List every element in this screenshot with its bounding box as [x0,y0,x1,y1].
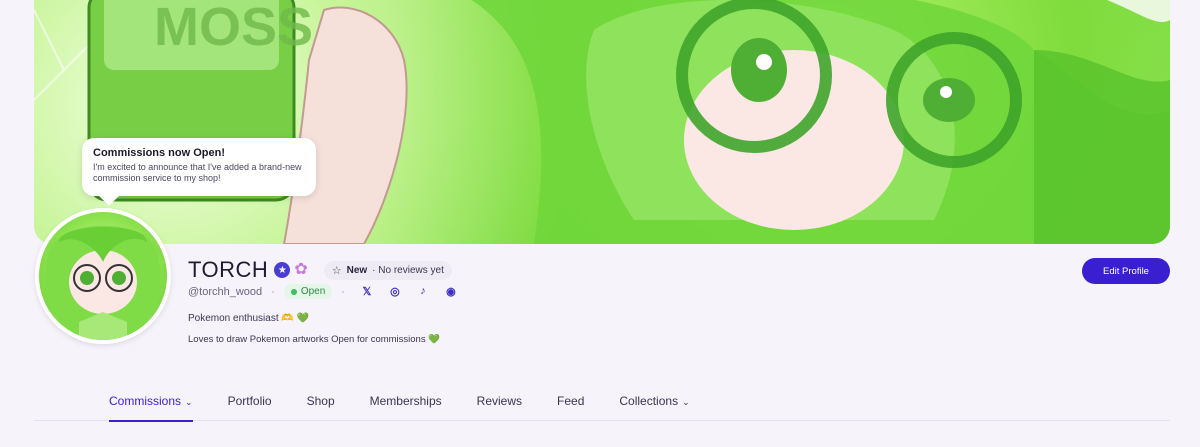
status-badge: Open [283,284,333,299]
instagram-icon[interactable]: ◎ [388,285,402,298]
edit-profile-button[interactable]: Edit Profile [1082,258,1170,284]
handle-row: @torchh_wood · Open · 𝕏 ◎ ♪ ◉ [188,284,458,299]
social-links: 𝕏 ◎ ♪ ◉ [360,285,458,298]
discord-icon[interactable]: ◉ [444,285,458,298]
chevron-down-icon: ⌄ [682,397,690,407]
flower-badge-icon: ✿ [294,261,308,278]
tiktok-icon[interactable]: ♪ [416,285,430,298]
tab-commissions[interactable]: Commissions ⌄ [109,381,193,422]
status-dot-icon [290,288,297,295]
x-icon[interactable]: 𝕏 [360,285,374,298]
bio-headline: Pokemon enthusiast 🫶 💚 [188,313,310,324]
tab-label: Commissions [109,394,182,408]
star-badge-icon: ★ [274,262,291,278]
separator-dot: · [271,285,275,298]
rating-pill[interactable]: ☆ New · No reviews yet [323,260,452,280]
tab-portfolio[interactable]: Portfolio [228,381,272,421]
tab-label: Reviews [476,394,523,408]
tab-collections[interactable]: Collections ⌄ [619,381,689,421]
rating-new-label: New [346,264,368,276]
tab-reviews[interactable]: Reviews [477,381,522,421]
tab-feed[interactable]: Feed [557,381,584,421]
chevron-down-icon: ⌄ [185,397,193,407]
separator-dot: · [341,285,345,298]
avatar[interactable] [35,208,171,344]
tab-label: Shop [306,394,335,408]
rating-text: · No reviews yet [372,264,444,276]
profile-tabs: Commissions ⌄ Portfolio Shop Memberships … [34,381,1170,422]
announcement-bubble[interactable]: Commissions now Open! I'm excited to ann… [82,138,316,196]
avatar-illustration [45,225,161,340]
banner-sign-text: MOSS [154,0,313,57]
profile-name-row: TORCH ★ ✿ ☆ New · No reviews yet [188,257,452,283]
tab-memberships[interactable]: Memberships [370,381,442,421]
banner-illustration: MOSS [34,0,1170,244]
announcement-text: I'm excited to announce that I've added … [93,162,302,183]
announcement-title: Commissions now Open! [93,147,226,159]
profile-name: TORCH [188,257,269,282]
tab-label: Feed [557,394,585,408]
profile-banner: MOSS [34,0,1170,244]
profile-handle: @torchh_wood [188,285,263,298]
tab-label: Memberships [369,394,442,408]
tab-label: Collections [619,394,679,408]
status-label: Open [300,286,326,297]
tab-shop[interactable]: Shop [307,381,335,421]
star-outline-icon: ☆ [331,264,342,277]
tab-label: Portfolio [227,394,272,408]
bio-description: Loves to draw Pokemon artworks Open for … [188,334,441,345]
